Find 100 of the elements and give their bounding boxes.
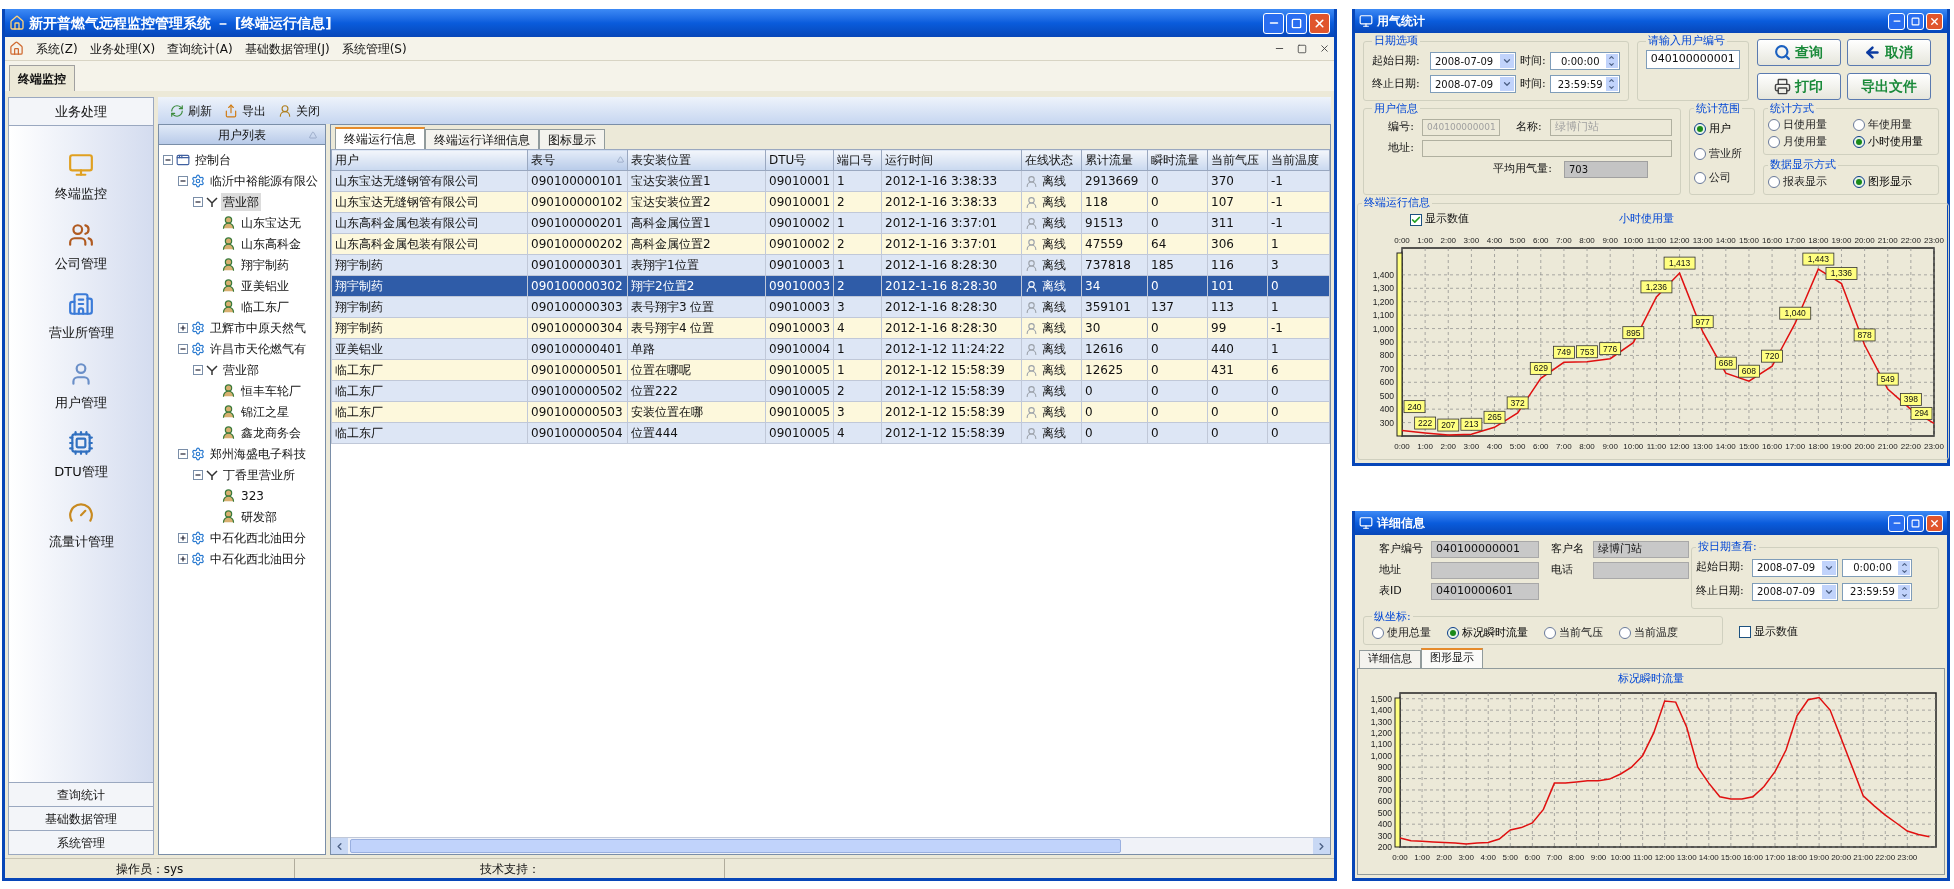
toolbar-button[interactable]: 导出 [220, 101, 270, 120]
maximize-button[interactable] [1907, 514, 1924, 532]
table-row[interactable]: 临工东厂 090100000502 位置222 09010005 2 2012-1-12 15:58:39 离线 0 0 0 0 [331, 380, 1330, 402]
menu-item[interactable]: 业务处理(X) [89, 39, 156, 58]
sidebar-item[interactable]: 公司管理 [47, 219, 115, 275]
tab[interactable]: 详细信息 [1359, 649, 1421, 668]
checkbox[interactable]: 显示数值 [1410, 211, 1469, 228]
collapse-icon[interactable] [193, 469, 203, 480]
table-row[interactable]: 翔宇制药 090100000304 表号翔宇4 位置 09010003 4 2012-1-16 8:28:30 离线 30 0 99 -1 [331, 317, 1330, 339]
tree-node[interactable]: 山东高科金 [239, 234, 303, 253]
date-dropdown[interactable]: 2008-07-09 [1430, 52, 1516, 70]
tab[interactable]: 图标显示 [539, 129, 605, 149]
table-row[interactable]: 山东高科金属包装有限公司 090100000201 高科金属位置1 09010002 1 2012-1-16 3:37:01 离线 91513 0 311 -1 [331, 212, 1330, 234]
sidebar-item[interactable]: 流量计管理 [40, 497, 122, 553]
close-button[interactable] [1926, 12, 1943, 30]
close-button[interactable] [1926, 514, 1943, 532]
action-button[interactable]: 打印 [1756, 72, 1841, 100]
tree-node[interactable]: 营业部 [221, 192, 261, 211]
collapse-icon[interactable] [178, 343, 188, 354]
column-header[interactable]: 表号 [527, 149, 628, 171]
action-button[interactable]: 取消 [1846, 39, 1931, 66]
expand-icon[interactable] [178, 532, 188, 543]
action-button[interactable]: 查询 [1756, 39, 1841, 66]
menu-item[interactable]: 基础数据管理(J) [244, 39, 330, 58]
tree-node[interactable]: 临沂中裕能源有限公 [208, 171, 320, 190]
tab[interactable]: 图形显示 [1421, 647, 1483, 668]
column-header[interactable]: 表安装位置 [627, 149, 766, 171]
expand-icon[interactable] [178, 553, 188, 564]
collapse-icon[interactable] [193, 196, 203, 207]
column-header[interactable]: 当前气压 [1207, 149, 1268, 171]
tree-node[interactable]: 翔宇制药 [239, 255, 291, 274]
tree-node[interactable]: 锦江之星 [239, 402, 291, 421]
time-field[interactable]: 0:00:00 [1549, 52, 1620, 70]
time-field[interactable]: 23:59:59 [1549, 75, 1620, 93]
collapse-icon[interactable] [178, 448, 188, 459]
section-header[interactable]: 系统管理 [9, 830, 153, 854]
menu-item[interactable]: 查询统计(A) [167, 39, 233, 58]
radio-button[interactable]: 小时使用量 [1853, 133, 1934, 150]
tree-node[interactable]: 郑州海盛电子科技 [208, 444, 308, 463]
date-dropdown[interactable]: 2008-07-09 [1752, 582, 1838, 601]
collapse-icon[interactable] [178, 175, 188, 186]
minimize-button[interactable] [1888, 514, 1905, 532]
tree-node[interactable]: 研发部 [239, 507, 279, 526]
radio-button[interactable]: 当前温度 [1619, 625, 1678, 642]
close-icon[interactable] [1319, 43, 1330, 54]
checkbox[interactable]: 显示数值 [1739, 624, 1798, 641]
column-header[interactable]: 用户 [331, 149, 528, 171]
radio-button[interactable]: 日使用量 [1768, 117, 1849, 134]
tree-node[interactable]: 营业部 [221, 360, 261, 379]
tree-node[interactable]: 山东宝达无 [239, 213, 303, 232]
table-row[interactable]: 翔宇制药 090100000303 表号翔宇3 位置 09010003 3 2012-1-16 8:28:30 离线 359101 137 113 1 [331, 296, 1330, 318]
tree-node[interactable]: 控制台 [193, 150, 233, 169]
menu-item[interactable]: 系统管理(S) [341, 39, 407, 58]
toolbar-button[interactable]: 关闭 [274, 101, 324, 120]
column-header[interactable]: 瞬时流量 [1147, 149, 1208, 171]
radio-button[interactable]: 月使用量 [1768, 133, 1849, 150]
sidebar-item[interactable]: 用户管理 [47, 358, 115, 414]
sidebar-item[interactable]: 终端监控 [47, 150, 115, 206]
table-row[interactable]: 翔宇制药 090100000302 翔宇2位置2 09010003 2 2012-1-16 8:28:30 离线 34 0 101 0 [331, 275, 1330, 297]
document-tab[interactable]: 终端监控 [9, 65, 75, 91]
date-dropdown[interactable]: 2008-07-09 [1752, 558, 1838, 577]
radio-button[interactable]: 图形显示 [1853, 173, 1934, 190]
close-button[interactable] [1309, 12, 1330, 34]
tree-node[interactable]: 鑫龙商务会 [239, 423, 303, 442]
radio-button[interactable]: 报表显示 [1768, 173, 1849, 190]
horizontal-scrollbar[interactable] [331, 837, 1330, 854]
tree-node[interactable]: 丁香里营业所 [221, 465, 297, 484]
scrollbar-thumb[interactable] [350, 839, 1121, 853]
section-header[interactable]: 查询统计 [9, 782, 153, 806]
collapse-icon[interactable] [163, 154, 173, 165]
column-header[interactable]: 在线状态 [1021, 149, 1082, 171]
time-field[interactable]: 23:59:59 [1842, 582, 1912, 601]
radio-button[interactable]: 用户 [1694, 121, 1750, 138]
expand-icon[interactable] [178, 322, 188, 333]
maximize-button[interactable] [1907, 12, 1924, 30]
table-row[interactable]: 山东宝达无缝钢管有限公司 090100000101 宝达安装位置1 09010001 1 2012-1-16 3:38:33 离线 2913669 0 370 -1 [331, 170, 1330, 192]
table-row[interactable]: 山东高科金属包装有限公司 090100000202 高科金属位置2 09010002 2 2012-1-16 3:37:01 离线 47559 64 306 1 [331, 233, 1330, 255]
tree-node[interactable]: 323 [239, 486, 266, 505]
time-field[interactable]: 0:00:00 [1842, 558, 1912, 577]
tree-node[interactable]: 卫辉市中原天然气 [208, 318, 308, 337]
tree-node[interactable]: 中石化西北油田分 [208, 549, 308, 568]
table-row[interactable]: 山东宝达无缝钢管有限公司 090100000102 宝达安装位置2 09010001 2 2012-1-16 3:38:33 离线 118 0 107 -1 [331, 191, 1330, 213]
sidebar-item[interactable]: DTU管理 [46, 428, 116, 484]
restore-icon[interactable] [1297, 43, 1307, 54]
maximize-button[interactable] [1286, 12, 1307, 34]
toolbar-button[interactable]: 刷新 [166, 101, 216, 120]
action-button[interactable]: 导出文件 [1846, 72, 1931, 100]
radio-button[interactable]: 标况瞬时流量 [1447, 625, 1528, 642]
column-header[interactable]: 端口号 [833, 149, 882, 171]
column-header[interactable]: 累计流量 [1081, 149, 1148, 171]
radio-button[interactable]: 当前气压 [1544, 625, 1603, 642]
input-field[interactable]: 040100000001 [1645, 49, 1740, 69]
tab[interactable]: 终端运行详细信息 [425, 129, 539, 149]
table-row[interactable]: 临工东厂 090100000503 安装位置在哪 09010005 3 2012-1-12 15:58:39 离线 0 0 0 0 [331, 401, 1330, 423]
minimize-button[interactable] [1263, 12, 1284, 34]
tree-node[interactable]: 许昌市天伦燃气有 [208, 339, 308, 358]
tree-node[interactable]: 亚美铝业 [239, 276, 291, 295]
table-row[interactable]: 翔宇制药 090100000301 表翔宇1位置 09010003 1 2012-1-16 8:28:30 离线 737818 185 116 3 [331, 254, 1330, 276]
radio-button[interactable]: 使用总量 [1372, 625, 1431, 642]
section-header[interactable]: 业务处理 [9, 98, 153, 126]
